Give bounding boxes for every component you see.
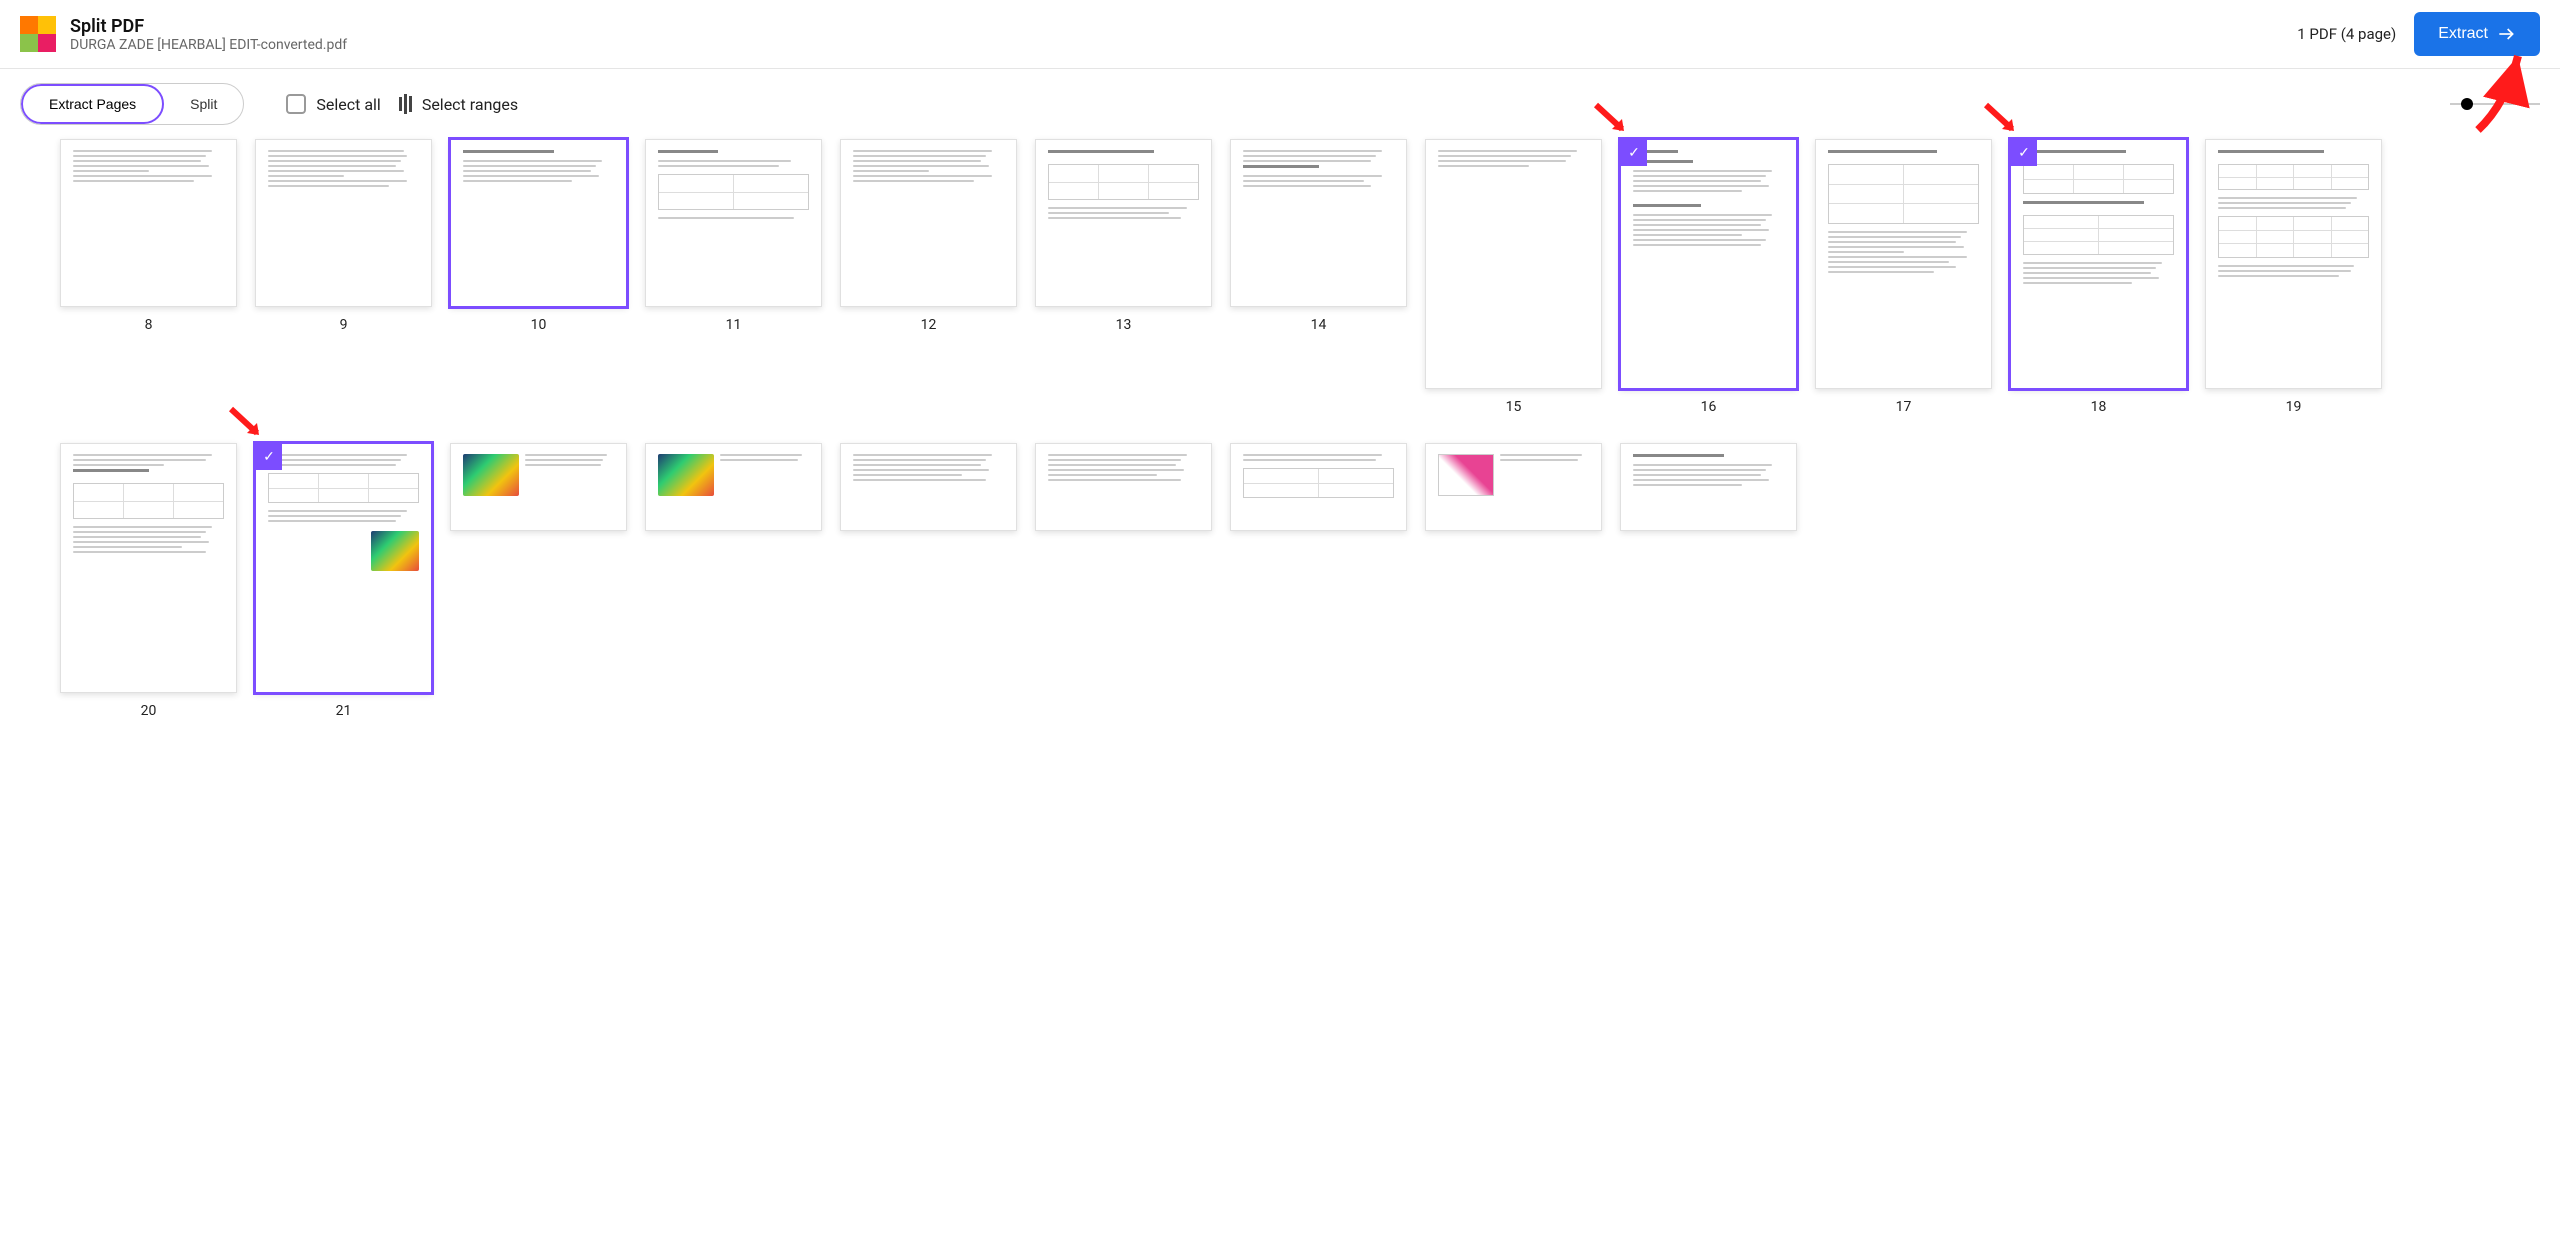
select-ranges[interactable]: Select ranges — [399, 94, 518, 114]
page-number: 12 — [921, 317, 937, 333]
page-number: 11 — [726, 317, 742, 333]
header-left: Split PDF DURGA ZADE [HEARBAL] EDIT-conv… — [20, 16, 347, 53]
page-thumb[interactable]: 13 — [1035, 139, 1212, 415]
page-number: 17 — [1896, 399, 1912, 415]
select-all[interactable]: Select all — [286, 94, 380, 114]
page-thumb[interactable] — [1230, 443, 1407, 719]
page-number: 20 — [141, 703, 157, 719]
filename-subtitle: DURGA ZADE [HEARBAL] EDIT-converted.pdf — [70, 37, 347, 53]
page-thumb[interactable]: 9 — [255, 139, 432, 415]
check-icon: ✓ — [1621, 140, 1647, 166]
page-thumb[interactable]: ✓ 16 — [1620, 139, 1797, 415]
page-number: 19 — [2286, 399, 2302, 415]
select-all-checkbox[interactable] — [286, 94, 306, 114]
page-thumb[interactable]: 20 — [60, 443, 237, 719]
page-thumb[interactable]: 10 — [450, 139, 627, 415]
page-number: 10 — [531, 317, 547, 333]
check-icon: ✓ — [2011, 140, 2037, 166]
page-thumb[interactable] — [1035, 443, 1212, 719]
page-thumb[interactable] — [1425, 443, 1602, 719]
page-number: 8 — [145, 317, 153, 333]
page-number: 9 — [340, 317, 348, 333]
page-thumb[interactable] — [1620, 443, 1797, 719]
page-thumb[interactable]: 8 — [60, 139, 237, 415]
toolbar: Extract Pages Split Select all Select ra… — [0, 69, 2560, 139]
page-number: 13 — [1116, 317, 1132, 333]
zoom-thumb[interactable] — [2461, 98, 2473, 110]
page-count: 1 PDF (4 page) — [2297, 25, 2396, 43]
extract-button[interactable]: Extract — [2414, 12, 2540, 56]
mode-segmented: Extract Pages Split — [20, 83, 244, 125]
page-thumb[interactable]: 19 — [2205, 139, 2382, 415]
pages-grid: 8 9 10 11 12 — [0, 139, 2560, 759]
arrow-right-icon — [2496, 24, 2516, 44]
select-ranges-label: Select ranges — [422, 95, 518, 114]
app-logo-icon — [20, 16, 56, 52]
page-thumb[interactable]: 14 — [1230, 139, 1407, 415]
page-thumb[interactable]: 15 — [1425, 139, 1602, 415]
page-thumb[interactable] — [645, 443, 822, 719]
check-icon: ✓ — [256, 444, 282, 470]
page-thumb[interactable] — [840, 443, 1017, 719]
tab-split[interactable]: Split — [164, 84, 243, 124]
ranges-icon — [399, 94, 412, 114]
tab-extract-pages[interactable]: Extract Pages — [21, 84, 164, 124]
page-thumb[interactable] — [450, 443, 627, 719]
title-block: Split PDF DURGA ZADE [HEARBAL] EDIT-conv… — [70, 16, 347, 53]
page-number: 16 — [1701, 399, 1717, 415]
page-number: 15 — [1506, 399, 1522, 415]
page-thumb[interactable]: 17 — [1815, 139, 1992, 415]
page-thumb[interactable]: 12 — [840, 139, 1017, 415]
header-right: 1 PDF (4 page) Extract — [2297, 12, 2540, 56]
page-number: 21 — [336, 703, 352, 719]
app-header: Split PDF DURGA ZADE [HEARBAL] EDIT-conv… — [0, 0, 2560, 69]
page-number: 18 — [2091, 399, 2107, 415]
extract-button-label: Extract — [2438, 25, 2488, 43]
zoom-slider[interactable] — [2450, 103, 2540, 105]
page-number: 14 — [1311, 317, 1327, 333]
page-thumb[interactable]: ✓ 18 — [2010, 139, 2187, 415]
page-thumb[interactable]: 11 — [645, 139, 822, 415]
page-title: Split PDF — [70, 16, 347, 37]
select-all-label: Select all — [316, 95, 380, 114]
page-thumb[interactable]: ✓ 21 — [255, 443, 432, 719]
